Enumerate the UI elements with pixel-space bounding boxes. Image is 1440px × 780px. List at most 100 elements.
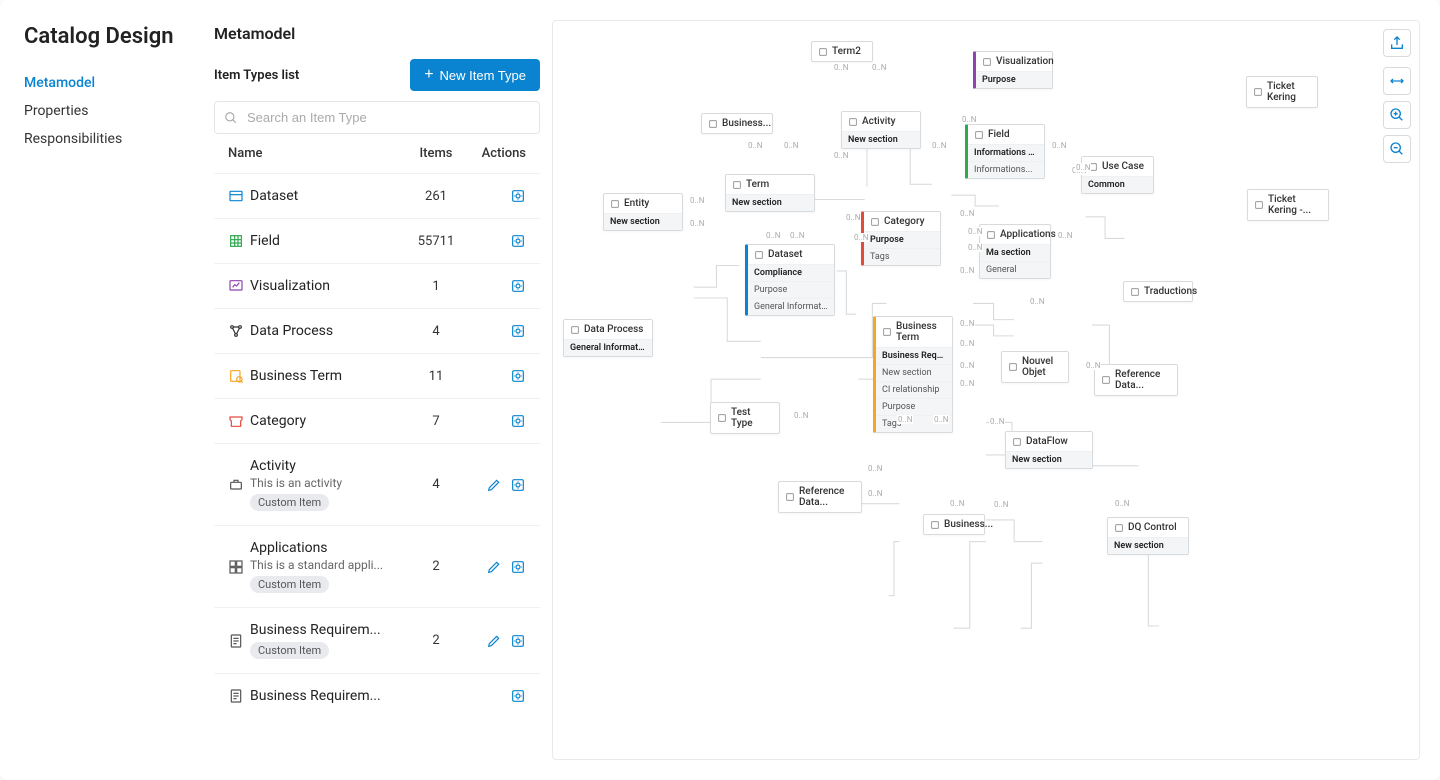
table-row[interactable]: Visualization 1: [214, 263, 540, 308]
settings-icon: [510, 559, 526, 575]
fit-button[interactable]: [1383, 67, 1411, 95]
node-icon: [570, 325, 580, 335]
diagram-node-activity[interactable]: ActivityNew section: [841, 111, 921, 149]
diagram-node-term2[interactable]: Term2: [811, 41, 873, 62]
table-row[interactable]: Data Process 4: [214, 308, 540, 353]
diagram-node-traductions[interactable]: Traductions: [1123, 281, 1193, 302]
edit-button[interactable]: [486, 633, 502, 649]
diagram-canvas[interactable]: Term2 VisualizationPurpose Ticket Kering Bu…: [552, 20, 1420, 760]
nav-item-responsibilities[interactable]: Responsibilities: [24, 125, 200, 153]
node-title: Term2: [832, 46, 861, 57]
node-header: Business Term: [876, 317, 952, 347]
diagram-node-dqcontrol[interactable]: DQ ControlNew section: [1107, 517, 1189, 555]
diagram-node-ticketkering[interactable]: Ticket Kering: [1246, 76, 1318, 108]
diagram-node-visualization[interactable]: VisualizationPurpose: [973, 51, 1053, 89]
edge-label: 0..N: [867, 464, 883, 473]
zoom-in-button[interactable]: [1383, 101, 1411, 129]
businessterm-icon: [228, 368, 244, 384]
settings-icon: [510, 323, 526, 339]
settings-button[interactable]: [510, 413, 526, 429]
diagram-node-dataflow[interactable]: DataFlowNew section: [1005, 431, 1093, 469]
diagram-node-nouvelobjet[interactable]: Nouvel Objet: [1001, 351, 1069, 383]
edge-label: 0..N: [1029, 297, 1045, 306]
settings-button[interactable]: [510, 323, 526, 339]
diagram-node-ticketkering2[interactable]: Ticket Kering -...: [1247, 189, 1329, 221]
col-actions: Actions: [466, 146, 526, 161]
activity-icon: [228, 477, 244, 493]
table-row[interactable]: ApplicationsThis is a standard appli...C…: [214, 525, 540, 607]
table-row[interactable]: Business Term 11: [214, 353, 540, 398]
row-icon-cell: [228, 688, 250, 704]
edge-label: 0..N: [833, 63, 849, 72]
node-icon: [818, 47, 828, 57]
diagram-node-refdata[interactable]: Reference Data...: [1094, 364, 1178, 396]
row-items: 4: [406, 477, 466, 492]
diagram-node-term[interactable]: TermNew section: [725, 174, 815, 212]
row-items: 261: [406, 189, 466, 204]
edge-label: 0..N: [1051, 141, 1067, 150]
export-button[interactable]: [1383, 29, 1411, 57]
settings-button[interactable]: [510, 188, 526, 204]
node-header: DQ Control: [1108, 518, 1188, 537]
edge-label: 0..N: [871, 63, 887, 72]
edge-label: 0..N: [789, 231, 805, 240]
diagram-node-business2[interactable]: Business...: [923, 514, 985, 535]
node-header: Field: [968, 125, 1044, 144]
edge-label: 0..N: [689, 196, 705, 205]
node-header: Term2: [812, 42, 872, 61]
edit-button[interactable]: [486, 477, 502, 493]
settings-button[interactable]: [510, 633, 526, 649]
row-icon-cell: [228, 413, 250, 429]
nav-item-metamodel[interactable]: Metamodel: [24, 69, 200, 97]
settings-button[interactable]: [510, 477, 526, 493]
settings-button[interactable]: [510, 559, 526, 575]
zoom-out-button[interactable]: [1383, 135, 1411, 163]
diagram-node-entity[interactable]: EntityNew section: [603, 193, 683, 231]
diagram-node-refdata2[interactable]: Reference Data...: [778, 481, 862, 513]
table-row[interactable]: Dataset 261: [214, 173, 540, 218]
app-title: Catalog Design: [24, 24, 200, 49]
section-title: Metamodel: [214, 24, 540, 43]
diagram-node-business1[interactable]: Business...: [701, 113, 773, 134]
table-row[interactable]: Category 7: [214, 398, 540, 443]
node-icon: [1101, 375, 1111, 385]
diagram-node-category[interactable]: CategoryPurposeTags: [861, 211, 941, 266]
table-row[interactable]: Field 55711: [214, 218, 540, 263]
row-name: Business Term: [250, 368, 406, 384]
diagram-node-applications[interactable]: ApplicationsMa sectionGeneral: [979, 224, 1051, 279]
applications-icon: [228, 559, 244, 575]
node-icon: [870, 217, 880, 227]
settings-button[interactable]: [510, 688, 526, 704]
row-name-cell: Dataset: [250, 188, 406, 204]
diagram-node-field[interactable]: FieldInformations métierInformations...: [965, 124, 1045, 179]
settings-button[interactable]: [510, 233, 526, 249]
diagram-node-dataprocess[interactable]: Data ProcessGeneral Information: [563, 319, 653, 357]
new-item-type-button[interactable]: + New Item Type: [410, 59, 540, 91]
diagram-node-dataset[interactable]: DatasetCompliancePurposeGeneral Informat…: [745, 244, 835, 316]
node-sub: General Information: [748, 298, 834, 315]
edge-label: 0..N: [959, 209, 975, 218]
table-row[interactable]: ActivityThis is an activityCustom Item 4: [214, 443, 540, 525]
table-row[interactable]: Business Requirem...: [214, 673, 540, 718]
diagram-node-testtype[interactable]: Test Type: [710, 402, 780, 434]
edge-label: 0..N: [793, 411, 809, 420]
row-name-cell: Business Term: [250, 368, 406, 384]
businessreq-icon: [228, 633, 244, 649]
custom-item-badge: Custom Item: [250, 642, 329, 659]
node-header: Reference Data...: [1095, 365, 1177, 395]
diagram-node-usecase[interactable]: Use CaseCommon: [1081, 156, 1154, 194]
field-icon: [228, 233, 244, 249]
edit-button[interactable]: [486, 559, 502, 575]
search-input[interactable]: [214, 101, 540, 134]
nav-item-properties[interactable]: Properties: [24, 97, 200, 125]
row-name-cell: Business Requirem...: [250, 688, 406, 704]
node-title: Test Type: [731, 407, 773, 429]
plus-icon: +: [424, 67, 433, 83]
settings-button[interactable]: [510, 278, 526, 294]
table-row[interactable]: Business Requirem...Custom Item 2: [214, 607, 540, 673]
diagram-panel: Term2 VisualizationPurpose Ticket Kering Bu…: [540, 0, 1440, 780]
row-icon-cell: [228, 278, 250, 294]
row-name: Field: [250, 233, 406, 249]
settings-button[interactable]: [510, 368, 526, 384]
node-title: Field: [988, 129, 1010, 140]
